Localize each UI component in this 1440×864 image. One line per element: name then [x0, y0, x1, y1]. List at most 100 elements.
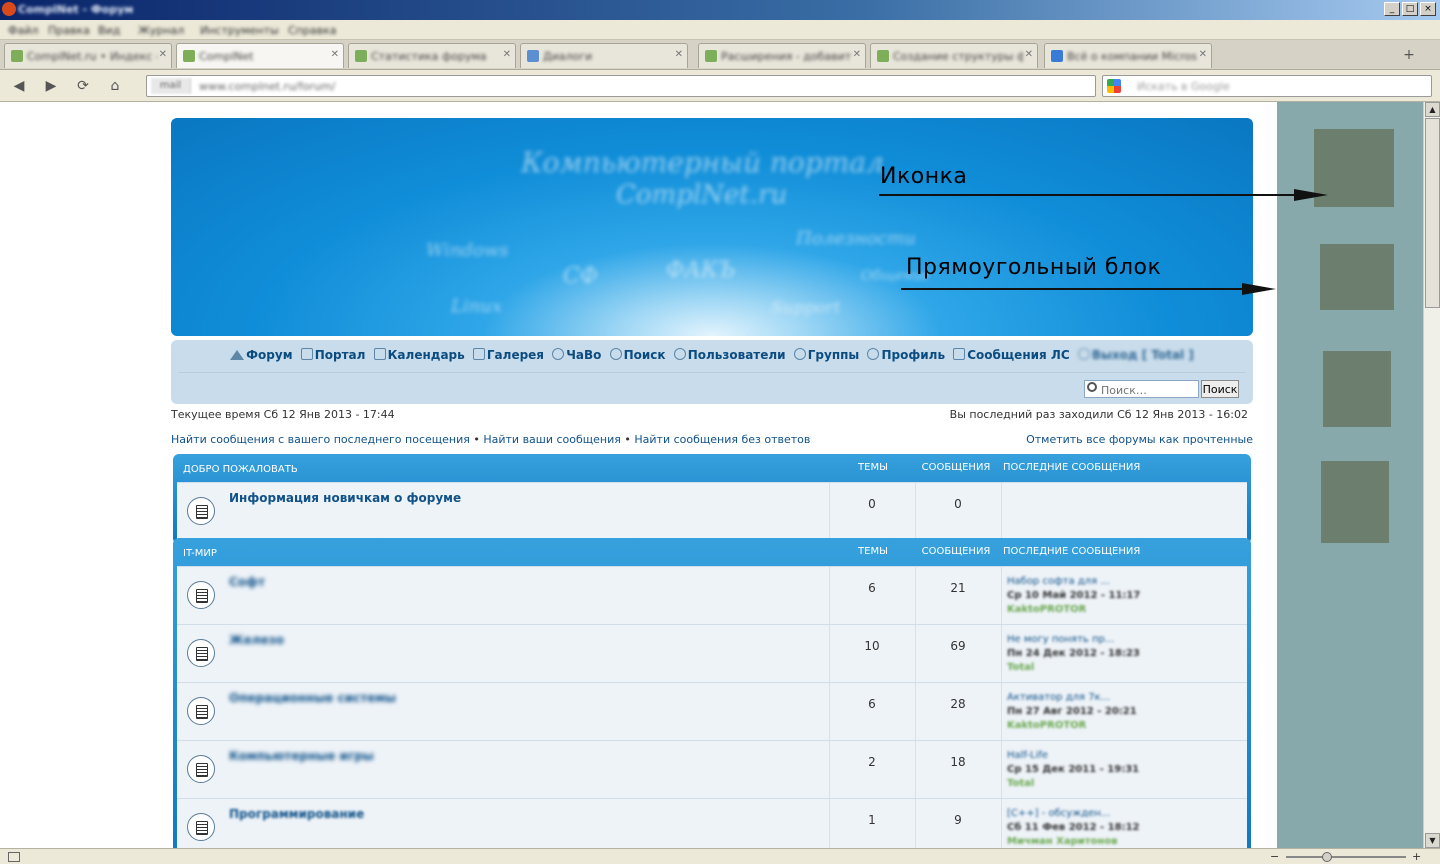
nav-search-link[interactable]: Поиск [609, 348, 666, 362]
reload-icon[interactable]: ⟳ [72, 76, 94, 96]
nav-calendar-link[interactable]: Календарь [373, 348, 465, 362]
forum-row[interactable]: Программирование 1 9 [C++] - обсужден...… [177, 798, 1247, 848]
url-bar[interactable]: mail www.complnet.ru/forum/ [146, 75, 1096, 97]
google-icon[interactable] [1107, 79, 1121, 93]
nav-faq-link[interactable]: ЧаВо [552, 348, 601, 362]
favicon [705, 50, 717, 62]
nav-divider [179, 372, 1245, 373]
nav-portal-link[interactable]: Портал [300, 348, 365, 362]
browser-tab[interactable]: Диалоги ✕ [520, 43, 688, 68]
annotation-panel [1277, 102, 1423, 848]
forum-title[interactable]: Софт [229, 575, 265, 589]
category-title[interactable]: IT-МИР [183, 548, 217, 559]
posts-count: 21 [950, 581, 966, 595]
nav-logout-link[interactable]: Выход [ Total ] [1077, 348, 1194, 362]
unanswered-link[interactable]: Найти сообщения без ответов [634, 433, 810, 446]
zoom-in-icon[interactable]: + [1412, 850, 1421, 863]
forum-search-button[interactable]: Поиск [1201, 380, 1239, 398]
zoom-out-icon[interactable]: − [1270, 850, 1279, 863]
nav-profile-link[interactable]: Профиль [867, 348, 945, 362]
minimize-button[interactable]: _ [1384, 2, 1400, 16]
forum-title[interactable]: Железо [229, 633, 284, 647]
tab-close-icon[interactable]: ✕ [853, 49, 861, 60]
forum-read-icon [187, 697, 215, 725]
block-placeholder [1320, 244, 1394, 310]
forum-row[interactable]: Компьютерные игры 2 18 Half-Life Ср 15 Де… [177, 740, 1247, 798]
annotation-block-label: Прямоугольный блок [906, 255, 1162, 280]
maximize-button[interactable]: □ [1402, 2, 1418, 16]
tab-close-icon[interactable]: ✕ [331, 49, 339, 60]
last-post[interactable]: Активатор для 7к... Пн 27 Авг 2012 - 20:2… [1007, 691, 1227, 733]
forum-row[interactable]: Железо 10 69 Не могу понять пр... Пн 24 Д… [177, 624, 1247, 682]
forum-banner[interactable]: Компьютерный портал ComplNet.ru Windows … [171, 118, 1253, 336]
site-identity-badge[interactable]: mail [151, 78, 191, 94]
menu-history[interactable]: Журнал [138, 24, 184, 37]
browser-tab[interactable]: Расширения - добавить ✕ [698, 43, 866, 68]
browser-tab[interactable]: Создание структуры форума✕ [870, 43, 1038, 68]
menu-file[interactable]: Файл [8, 24, 38, 37]
forum-title[interactable]: Компьютерные игры [229, 749, 374, 763]
block-placeholder [1323, 351, 1391, 427]
browser-tab-active[interactable]: ComplNet ✕ [176, 43, 344, 68]
new-posts-link[interactable]: Найти сообщения с вашего последнего посе… [171, 433, 470, 446]
forward-icon[interactable]: ▶ [40, 76, 62, 96]
window-title: ComplNet - Форум [18, 3, 134, 16]
home-nav-icon[interactable]: ⌂ [104, 76, 126, 96]
close-button[interactable]: × [1420, 2, 1436, 16]
tab-close-icon[interactable]: ✕ [159, 49, 167, 60]
tab-close-icon[interactable]: ✕ [1025, 49, 1033, 60]
nav-groups-link[interactable]: Группы [793, 348, 859, 362]
last-post[interactable]: Half-Life Ср 15 Дек 2011 - 19:31 Total [1007, 749, 1227, 791]
nav-users-link[interactable]: Пользователи [673, 348, 786, 362]
category-header: ДОБРО ПОЖАЛОВАТЬ ТЕМЫ СООБЩЕНИЯ ПОСЛЕДНИ… [177, 454, 1247, 482]
scroll-up-icon[interactable]: ▲ [1425, 102, 1440, 117]
browser-tab[interactable]: Статистика форума ✕ [348, 43, 516, 68]
zoom-slider-knob[interactable] [1322, 852, 1332, 862]
menu-bar: Файл Правка Вид Журнал Инструменты Справ… [0, 20, 1440, 40]
forum-read-icon [187, 639, 215, 667]
last-visit: Вы последний раз заходили Сб 12 Янв 2013… [949, 408, 1248, 421]
forum-row[interactable]: Операционные системы 6 28 Активатор для … [177, 682, 1247, 740]
browser-tab[interactable]: Всё о компании Microsoft✕ [1044, 43, 1212, 68]
current-time: Текущее время Сб 12 Янв 2013 - 17:44 [171, 408, 395, 421]
back-icon[interactable]: ◀ [8, 76, 30, 96]
browser-search-input[interactable]: Искать в Google [1102, 75, 1432, 97]
window-controls: _ □ × [1384, 2, 1436, 16]
favicon [527, 50, 539, 62]
forum-title[interactable]: Операционные системы [229, 691, 396, 705]
menu-edit[interactable]: Правка [48, 24, 90, 37]
favicon [183, 50, 195, 62]
new-tab-icon[interactable]: + [1400, 47, 1418, 65]
menu-help[interactable]: Справка [288, 24, 336, 37]
nav-messages-link[interactable]: Сообщения ЛС [953, 348, 1070, 362]
your-posts-link[interactable]: Найти ваши сообщения [483, 433, 621, 446]
scroll-thumb[interactable] [1425, 118, 1440, 308]
tab-close-icon[interactable]: ✕ [503, 49, 511, 60]
forum-row[interactable]: Софт 6 21 Набор софта для ... Ср 10 Май 2… [177, 566, 1247, 624]
arrow-icon [901, 288, 1246, 290]
zoom-slider[interactable] [1286, 856, 1406, 858]
forum-row[interactable]: Информация новичкам о форуме 0 0 [177, 482, 1247, 540]
scroll-down-icon[interactable]: ▼ [1425, 833, 1440, 848]
forum-search-input[interactable] [1084, 380, 1199, 398]
forum-title[interactable]: Программирование [229, 807, 364, 821]
category-title[interactable]: ДОБРО ПОЖАЛОВАТЬ [183, 464, 298, 475]
faq-icon [552, 348, 565, 360]
profile-icon [867, 348, 880, 360]
nav-forum-link[interactable]: Форум [230, 348, 293, 362]
tab-close-icon[interactable]: ✕ [675, 49, 683, 60]
link-bullet: • [624, 433, 631, 446]
mark-all-read-link[interactable]: Отметить все форумы как прочтенные [1026, 433, 1253, 446]
browser-tab[interactable]: ComplNet.ru • Индекс форума✕ [4, 43, 172, 68]
last-post[interactable]: [C++] - обсужден... Сб 11 Фев 2012 - 18:1… [1007, 807, 1227, 848]
tab-close-icon[interactable]: ✕ [1199, 49, 1207, 60]
forum-title[interactable]: Информация новичкам о форуме [229, 491, 461, 505]
last-post[interactable]: Набор софта для ... Ср 10 Май 2012 - 11:1… [1007, 575, 1227, 617]
portal-icon [300, 348, 313, 360]
vertical-scrollbar[interactable]: ▲ ▼ [1423, 102, 1440, 848]
last-post[interactable]: Не могу понять пр... Пн 24 Дек 2012 - 18:… [1007, 633, 1227, 675]
menu-tools[interactable]: Инструменты [200, 24, 279, 37]
menu-view[interactable]: Вид [98, 24, 120, 37]
group-icon [793, 348, 806, 360]
nav-gallery-link[interactable]: Галерея [472, 348, 544, 362]
